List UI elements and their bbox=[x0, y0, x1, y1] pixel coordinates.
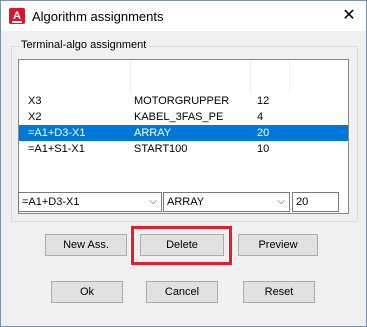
value-cell: 20 bbox=[257, 127, 270, 139]
terminal-combo[interactable]: =A1+D3-X1 ⌵ bbox=[18, 192, 162, 212]
chevron-down-icon[interactable]: ⌵ bbox=[277, 196, 285, 207]
terminal-combo-value: =A1+D3-X1 bbox=[22, 196, 80, 208]
value-cell: 4 bbox=[257, 111, 264, 123]
terminal-cell: X3 bbox=[28, 95, 42, 107]
autocad-app-icon: A bbox=[9, 8, 25, 24]
list-row-x2[interactable]: X2 KABEL_3FAS_PE 4 bbox=[19, 109, 348, 125]
list-row-start100[interactable]: =A1+S1-X1 START100 10 bbox=[19, 141, 348, 157]
algorithm-cell: ARRAY bbox=[134, 127, 172, 139]
algorithm-cell: KABEL_3FAS_PE bbox=[134, 111, 224, 123]
ok-button[interactable]: Ok bbox=[51, 281, 123, 303]
new-assignment-button[interactable]: New Ass. bbox=[45, 234, 127, 256]
delete-highlight-annotation bbox=[131, 226, 232, 265]
algorithm-combo-value: ARRAY bbox=[167, 196, 205, 208]
list-row-x3[interactable]: X3 MOTORGRUPPER 12 bbox=[19, 93, 348, 109]
close-button[interactable]: ✕ bbox=[332, 1, 366, 31]
column-separator bbox=[250, 60, 251, 93]
cancel-button[interactable]: Cancel bbox=[146, 281, 218, 303]
chevron-down-icon[interactable]: ⌵ bbox=[149, 196, 157, 207]
algorithm-cell: START100 bbox=[134, 143, 188, 155]
groupbox-label: Terminal-algo assignment bbox=[19, 39, 149, 51]
value-cell: 10 bbox=[257, 143, 270, 155]
column-separator bbox=[130, 60, 131, 93]
dialog-title: Algorithm assignments bbox=[32, 9, 164, 24]
title-bar: A Algorithm assignments ✕ bbox=[1, 1, 366, 31]
algorithm-combo[interactable]: ARRAY ⌵ bbox=[163, 192, 290, 212]
value-field[interactable]: 20 bbox=[292, 192, 339, 212]
terminal-cell: X2 bbox=[28, 111, 42, 123]
preview-button[interactable]: Preview bbox=[238, 234, 318, 256]
assignment-list[interactable]: X3 MOTORGRUPPER 12 X2 KABEL_3FAS_PE 4 =A… bbox=[18, 59, 349, 214]
value-field-text: 20 bbox=[296, 196, 309, 208]
column-separator bbox=[289, 60, 290, 93]
reset-button[interactable]: Reset bbox=[243, 281, 315, 303]
algorithm-assignments-dialog: A Algorithm assignments ✕ Terminal-algo … bbox=[0, 0, 367, 327]
terminal-cell: =A1+D3-X1 bbox=[28, 127, 86, 139]
value-cell: 12 bbox=[257, 95, 270, 107]
algorithm-cell: MOTORGRUPPER bbox=[134, 95, 230, 107]
terminal-cell: =A1+S1-X1 bbox=[28, 143, 85, 155]
list-row-selected[interactable]: =A1+D3-X1 ARRAY 20 bbox=[19, 125, 348, 141]
